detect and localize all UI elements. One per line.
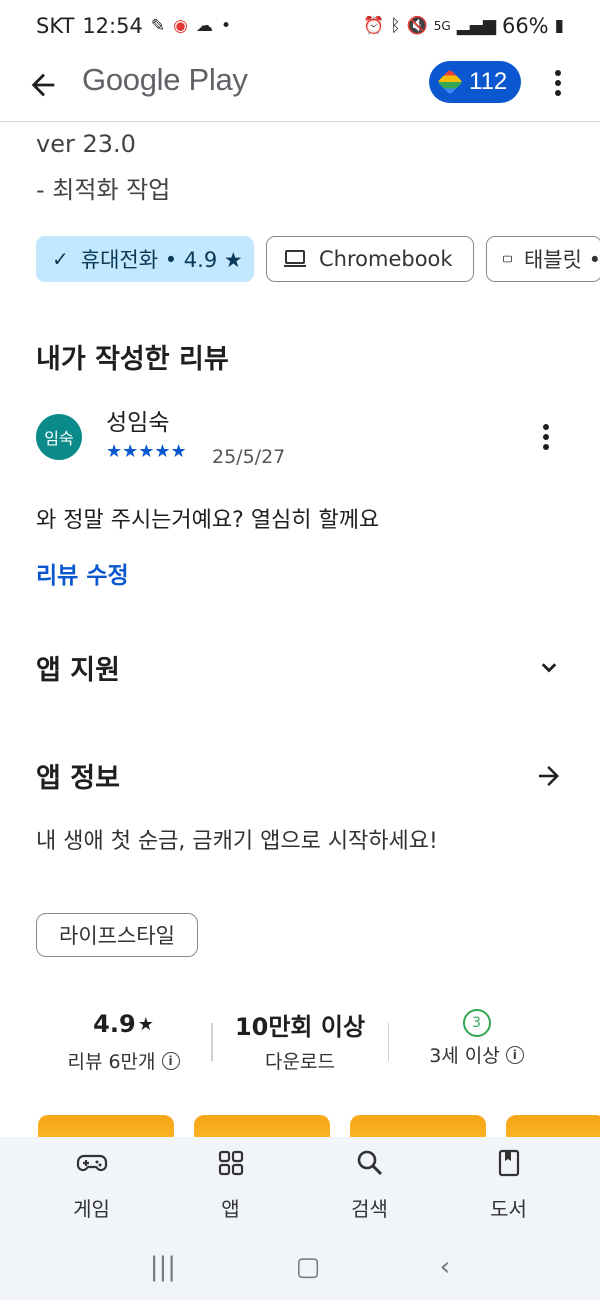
app-notification-icon: ◉ <box>173 16 188 36</box>
chip-chromebook[interactable]: Chromebook <box>266 236 474 282</box>
nav-games[interactable]: 게임 <box>42 1147 142 1222</box>
chip-tablet[interactable]: 태블릿 • <box>486 236 600 282</box>
system-navigation: ||| ▢ ‹ <box>0 1242 600 1292</box>
rating-star-icon: ★ <box>137 1013 154 1035</box>
review-more-options-icon[interactable] <box>536 420 556 454</box>
app-stats: 4.9 ★ 리뷰 6만개 i 10만회 이상 다운로드 3 3세 이상 i <box>36 1005 564 1085</box>
nav-apps-label: 앱 <box>221 1197 240 1221</box>
edit-review-link[interactable]: 리뷰 수정 <box>36 556 129 590</box>
rating-value: 4.9 <box>93 1010 136 1038</box>
chip-chromebook-label: Chromebook <box>319 247 453 271</box>
check-icon: ✓ <box>52 247 69 271</box>
app-support-title: 앱 지원 <box>36 655 120 686</box>
app-support-row[interactable]: 앱 지원 <box>36 648 564 687</box>
tablet-icon <box>503 255 512 263</box>
more-options-icon[interactable] <box>548 66 568 100</box>
chip-tablet-label: 태블릿 • <box>523 248 600 272</box>
play-points-button[interactable]: 112 <box>429 61 521 103</box>
stat-rating: 4.9 ★ 리뷰 6만개 i <box>36 1005 211 1085</box>
cloud-notification-icon: ☁ <box>195 16 213 36</box>
mute-icon: 🔇 <box>406 16 428 36</box>
info-icon[interactable]: i <box>505 1045 524 1064</box>
home-icon[interactable]: ▢ <box>296 1252 321 1282</box>
edit-notification-icon: ✎ <box>150 16 166 36</box>
review-text: 와 정말 주시는거예요? 열심히 할께요 <box>36 508 380 533</box>
arrow-forward-icon <box>539 765 559 786</box>
google-play-logo: Google Play <box>82 62 248 97</box>
device-filter-chips: ✓ 휴대전화 • 4.9 ★ Chromebook 태블릿 • <box>36 236 600 282</box>
review-count: 리뷰 6만개 <box>67 1051 156 1073</box>
more-notifications-icon: • <box>220 16 231 36</box>
carrier: SKT <box>36 14 75 38</box>
apps-grid-icon <box>218 1150 243 1176</box>
review-date: 25/5/27 <box>212 446 286 468</box>
version-text: ver 23.0 <box>36 130 136 158</box>
search-icon <box>357 1150 382 1176</box>
book-icon <box>498 1149 519 1177</box>
age-label: 3세 이상 <box>429 1045 500 1067</box>
nav-search[interactable]: 검색 <box>320 1147 420 1222</box>
downloads-label: 다운로드 <box>265 1051 335 1073</box>
app-info-title: 앱 정보 <box>36 763 120 794</box>
review-stars: ★★★★★ <box>106 441 187 462</box>
downloads-value: 10만회 이상 <box>234 1012 366 1041</box>
alarm-icon: ⏰ <box>363 16 385 36</box>
network-5g-icon: 5G <box>433 19 451 33</box>
chevron-down-icon <box>541 662 557 672</box>
recent-apps-icon[interactable]: ||| <box>150 1252 176 1282</box>
my-review-heading: 내가 작성한 리뷰 <box>36 344 229 375</box>
avatar: 임숙 <box>36 414 82 460</box>
battery-icon: ▮ <box>554 16 564 36</box>
play-points-count: 112 <box>469 68 508 95</box>
nav-apps[interactable]: 앱 <box>181 1147 281 1222</box>
gamepad-icon <box>76 1154 107 1172</box>
app-bar: Google Play 112 <box>0 52 600 122</box>
nav-books-label: 도서 <box>490 1197 527 1221</box>
info-icon[interactable]: i <box>161 1051 180 1070</box>
release-notes: - 최적화 작업 <box>36 176 171 204</box>
stat-downloads: 10만회 이상 다운로드 <box>213 1005 388 1085</box>
category-tag[interactable]: 라이프스타일 <box>36 913 198 957</box>
clock: 12:54 <box>82 14 143 38</box>
nav-books[interactable]: 도서 <box>459 1147 559 1222</box>
bottom-navigation: 게임 앱 검색 도서 ||| ▢ ‹ <box>0 1137 600 1300</box>
stat-age: 3 3세 이상 i <box>389 1005 564 1085</box>
nav-games-label: 게임 <box>73 1197 110 1221</box>
app-info-row[interactable]: 앱 정보 <box>36 756 564 795</box>
age-rating-icon: 3 <box>462 1009 491 1037</box>
status-bar: SKT 12:54 ✎ ◉ ☁ • ⏰ ᛒ 🔇 5G ▂▄▆ 66% ▮ <box>0 0 600 52</box>
chip-phone[interactable]: ✓ 휴대전화 • 4.9 ★ <box>36 236 254 282</box>
back-arrow-icon[interactable] <box>26 68 60 102</box>
chip-phone-label: 휴대전화 • 4.9 ★ <box>80 248 243 272</box>
signal-icon: ▂▄▆ <box>456 16 496 36</box>
system-back-icon[interactable]: ‹ <box>440 1252 450 1282</box>
laptop-icon <box>284 250 306 267</box>
review-author: 성임숙 <box>106 410 170 436</box>
bluetooth-icon: ᛒ <box>390 16 401 36</box>
nav-search-label: 검색 <box>351 1197 388 1221</box>
play-points-icon <box>437 69 463 95</box>
app-description: 내 생애 첫 순금, 금캐기 앱으로 시작하세요! <box>36 829 438 854</box>
battery-percent: 66% <box>501 14 549 38</box>
